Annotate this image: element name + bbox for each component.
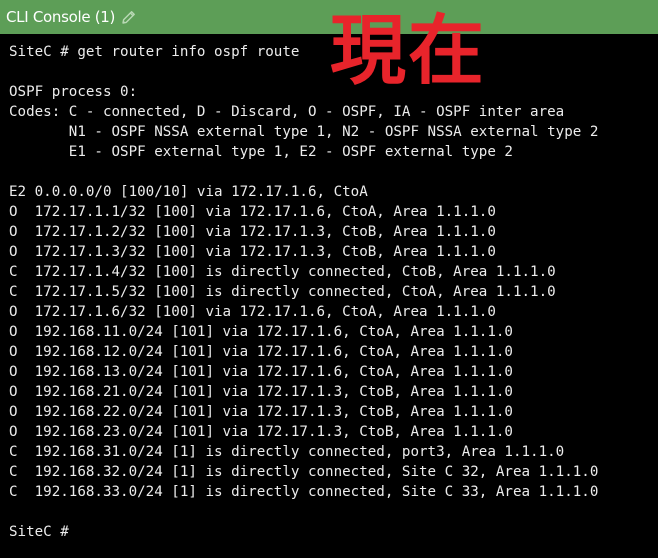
console-output[interactable]: SiteC # get router info ospf route OSPF p… <box>0 34 658 558</box>
console-line: C 192.168.33.0/24 [1] is directly connec… <box>9 484 599 500</box>
console-line: C 192.168.32.0/24 [1] is directly connec… <box>9 464 599 480</box>
console-titlebar: CLI Console (1) <box>0 0 658 34</box>
cli-console-window: CLI Console (1) SiteC # get router info … <box>0 0 658 558</box>
console-line: O 172.17.1.3/32 [100] via 172.17.1.3, Ct… <box>9 244 496 260</box>
console-line: N1 - OSPF NSSA external type 1, N2 - OSP… <box>9 124 599 140</box>
console-line: C 172.17.1.5/32 [100] is directly connec… <box>9 284 556 300</box>
console-line: O 172.17.1.6/32 [100] via 172.17.1.6, Ct… <box>9 304 496 320</box>
annotation-overlay: 現在 <box>330 6 486 95</box>
console-title: CLI Console (1) <box>6 8 116 26</box>
console-line: E1 - OSPF external type 1, E2 - OSPF ext… <box>9 144 513 160</box>
console-line: O 192.168.21.0/24 [101] via 172.17.1.3, … <box>9 384 513 400</box>
console-line: O 192.168.12.0/24 [101] via 172.17.1.6, … <box>9 344 513 360</box>
console-line: O 192.168.22.0/24 [101] via 172.17.1.3, … <box>9 404 513 420</box>
console-line: O 192.168.23.0/24 [101] via 172.17.1.3, … <box>9 424 513 440</box>
console-line: O 192.168.13.0/24 [101] via 172.17.1.6, … <box>9 364 513 380</box>
console-line: O 172.17.1.1/32 [100] via 172.17.1.6, Ct… <box>9 204 496 220</box>
console-line: E2 0.0.0.0/0 [100/10] via 172.17.1.6, Ct… <box>9 184 368 200</box>
console-line: C 192.168.31.0/24 [1] is directly connec… <box>9 444 565 460</box>
console-line: C 172.17.1.4/32 [100] is directly connec… <box>9 264 556 280</box>
console-prompt: SiteC # <box>9 524 69 540</box>
console-line: O 192.168.11.0/24 [101] via 172.17.1.6, … <box>9 324 513 340</box>
pencil-icon[interactable] <box>121 9 137 25</box>
console-line: O 172.17.1.2/32 [100] via 172.17.1.3, Ct… <box>9 224 496 240</box>
console-line: Codes: C - connected, D - Discard, O - O… <box>9 104 565 120</box>
